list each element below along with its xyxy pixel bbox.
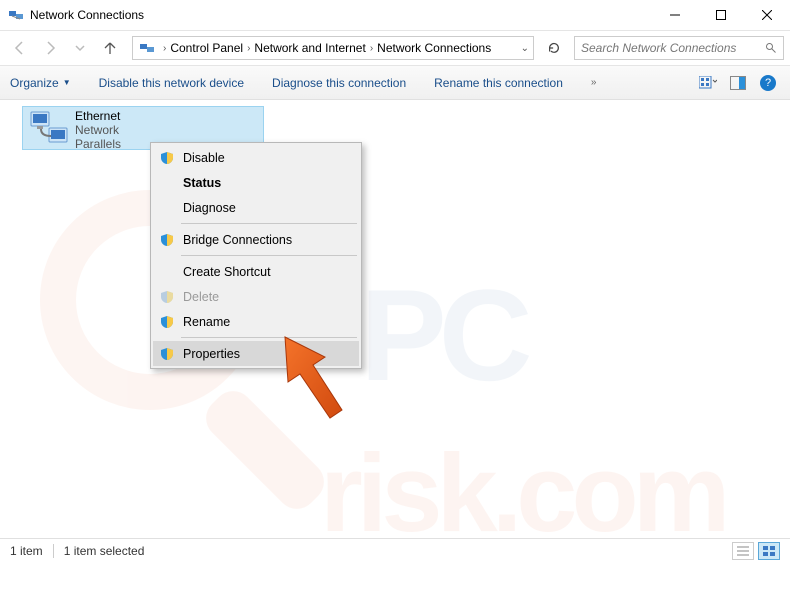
title-bar: Network Connections: [0, 0, 790, 30]
help-button[interactable]: ?: [756, 71, 780, 95]
menu-diagnose[interactable]: Diagnose: [153, 195, 359, 220]
menu-separator: [181, 255, 357, 256]
search-icon: [765, 42, 777, 54]
menu-create-shortcut[interactable]: Create Shortcut: [153, 259, 359, 284]
breadcrumb[interactable]: › Control Panel › Network and Internet ›…: [132, 36, 534, 60]
menu-disable[interactable]: Disable: [153, 145, 359, 170]
chevron-right-icon: ›: [247, 43, 250, 54]
overflow-button[interactable]: »: [591, 77, 597, 88]
back-button[interactable]: [6, 34, 34, 62]
minimize-button[interactable]: [652, 0, 698, 30]
network-adapter-icon: [29, 110, 69, 148]
disable-device-button[interactable]: Disable this network device: [99, 76, 244, 90]
recent-locations-button[interactable]: [66, 34, 94, 62]
menu-separator: [181, 223, 357, 224]
status-bar: 1 item 1 item selected: [0, 538, 790, 562]
status-item-count: 1 item: [10, 544, 43, 558]
details-view-button[interactable]: [732, 542, 754, 560]
watermark: PC risk.com: [0, 100, 790, 562]
shield-icon: [159, 346, 175, 362]
diagnose-button[interactable]: Diagnose this connection: [272, 76, 406, 90]
adapter-status: Network: [75, 124, 121, 138]
close-button[interactable]: [744, 0, 790, 30]
adapter-name: Ethernet: [75, 110, 121, 124]
search-placeholder: Search Network Connections: [581, 41, 765, 55]
chevron-down-icon[interactable]: ⌄: [521, 43, 529, 54]
breadcrumb-part[interactable]: Control Panel: [170, 41, 243, 55]
search-input[interactable]: Search Network Connections: [574, 36, 784, 60]
menu-status[interactable]: Status: [153, 170, 359, 195]
breadcrumb-part[interactable]: Network and Internet: [254, 41, 365, 55]
annotation-arrow-icon: [280, 332, 350, 422]
breadcrumb-part[interactable]: Network Connections: [377, 41, 491, 55]
nav-bar: › Control Panel › Network and Internet ›…: [0, 30, 790, 66]
refresh-button[interactable]: [542, 36, 566, 60]
menu-rename[interactable]: Rename: [153, 309, 359, 334]
preview-pane-button[interactable]: [726, 71, 750, 95]
chevron-right-icon: ›: [370, 43, 373, 54]
tiles-view-button[interactable]: [758, 542, 780, 560]
content-area[interactable]: PC risk.com Ethernet Network Parallels D…: [0, 100, 790, 562]
organize-button[interactable]: Organize▼: [10, 76, 71, 90]
menu-delete: Delete: [153, 284, 359, 309]
app-icon: [8, 7, 24, 23]
shield-icon: [159, 150, 175, 166]
menu-bridge[interactable]: Bridge Connections: [153, 227, 359, 252]
shield-icon: [159, 232, 175, 248]
up-button[interactable]: [96, 34, 124, 62]
chevron-right-icon: ›: [163, 43, 166, 54]
view-options-button[interactable]: [696, 71, 720, 95]
location-icon: [139, 40, 155, 56]
rename-button[interactable]: Rename this connection: [434, 76, 563, 90]
shield-icon: [159, 289, 175, 305]
status-selected-count: 1 item selected: [64, 544, 145, 558]
forward-button[interactable]: [36, 34, 64, 62]
shield-icon: [159, 314, 175, 330]
adapter-device: Parallels: [75, 138, 121, 152]
window-title: Network Connections: [30, 8, 652, 22]
maximize-button[interactable]: [698, 0, 744, 30]
command-bar: Organize▼ Disable this network device Di…: [0, 66, 790, 100]
